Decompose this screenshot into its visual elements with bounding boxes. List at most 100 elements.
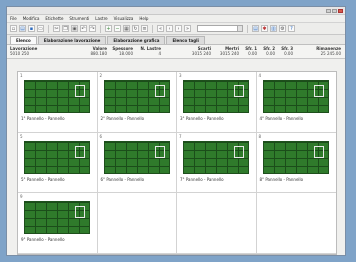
sheet-number: 8 [258,133,262,139]
sheet-icon[interactable]: ▤ [252,25,259,32]
save-icon[interactable]: ▪ [28,25,35,32]
sheet-number: 4 [258,73,262,78]
summary-rimanenze: Rimanenze 25 245.00 [307,46,341,56]
new-icon[interactable]: ▫ [10,25,17,32]
summary-spessore: Spessore 18.000 [111,46,133,56]
toolbar: ▫ ▤ ▪ ▭ ✂ ❐ ▣ ↶ ↷ + − ▦ ↻ ≡ « ‹ › » ▤ ✱ … [7,23,345,35]
sheet-thumbnail[interactable] [24,201,90,235]
sheet-cell[interactable]: 1 1° Pannello - Pannello [18,72,98,133]
sheet-cell[interactable]: 3 3° Pannello - Pannello [177,72,257,133]
menu-help[interactable]: Help [139,16,148,21]
sheet-caption: 6° Pannello - Pannello [100,176,145,182]
sheet-cell[interactable]: 8 8° Pannello - Pannello [256,132,336,194]
empty-sheet-cell [177,193,257,254]
menu-file[interactable]: File [10,16,17,21]
tab-elaborazione-lavorazione[interactable]: Elaborazione lavorazione [37,36,107,44]
undo-icon[interactable]: ↶ [80,25,87,32]
field-value: 4 [158,51,161,56]
sheet-thumbnail[interactable] [183,80,249,113]
copy-icon[interactable]: ❐ [62,25,69,32]
sheet-caption: 9° Pannello - Pannello [21,237,65,243]
sheet-caption: 3° Pannello - Pannello [180,116,224,121]
list-icon[interactable]: ≡ [141,25,148,32]
info-icon[interactable]: ? [288,25,295,32]
sheet-caption: 2° Pannello - Pannello [100,116,145,121]
tab-bar: Elenco Elaborazione lavorazione Elaboraz… [7,35,345,45]
sheet-cell[interactable]: 4 4° Pannello - Pannello [256,72,336,133]
title-bar [7,7,345,15]
sheet-number: 9 [20,194,23,200]
tab-elaborazione-grafica[interactable]: Elaborazione grafica [107,36,166,44]
summary-lavorazione: Lavorazione 5010 250 [10,46,37,56]
open-icon[interactable]: ▤ [19,25,26,32]
sheet-caption: 1° Pannello - Pannello [21,116,65,121]
zoom-in-icon[interactable]: + [105,25,112,32]
sheet-thumbnail[interactable] [103,80,170,113]
summary-valore: Valore 880.180 [85,46,107,56]
refresh-icon[interactable]: ↻ [132,25,139,32]
tools-icon[interactable]: ⚙ [279,25,286,32]
menu-lastre[interactable]: Lastre [95,16,107,21]
sheet-cell[interactable]: 7 7° Pannello - Pannello [177,132,257,194]
menu-etichette[interactable]: Etichette [45,16,63,21]
menu-visualizza[interactable]: Visualizza [114,16,134,21]
paste-icon[interactable]: ▣ [71,25,78,32]
close-icon[interactable] [338,8,343,13]
zoom-out-icon[interactable]: − [114,25,121,32]
sheet-number: 3 [179,73,182,78]
summary-sfr3: Sfr. 3 0.00 [279,46,293,56]
maximize-icon[interactable] [332,8,337,13]
field-value: 25 245.00 [320,51,341,56]
field-value: 5010 250 [10,51,30,56]
sheet-thumbnail[interactable] [103,140,170,174]
sheet-caption: 8° Pannello - Pannello [259,176,304,182]
first-icon[interactable]: « [157,25,164,32]
sheet-selector[interactable] [197,25,243,32]
tab-elenco-tagli[interactable]: Elenco tagli [166,36,205,44]
sheet-number: 5 [20,133,23,139]
sheet-thumbnail[interactable] [262,80,329,113]
print-icon[interactable]: ▭ [37,25,44,32]
sheet-cell[interactable]: 9 9° Pannello - Pannello [18,193,98,254]
sheet-cell[interactable]: 2 2° Pannello - Pannello [97,72,177,133]
sheet-cell[interactable]: 5 5° Pannello - Pannello [18,132,98,194]
sheet-number: 2 [99,73,103,78]
summary-lastre: N. Lastre 4 [139,46,162,56]
field-value: 3015 240 [219,51,239,56]
optimize-icon[interactable]: ✱ [261,25,268,32]
next-icon[interactable]: › [175,25,182,32]
redo-icon[interactable]: ↷ [89,25,96,32]
grid-icon[interactable]: ▦ [123,25,130,32]
toolbar-separator [100,24,101,33]
field-value: 0.00 [248,51,257,56]
minimize-icon[interactable] [326,8,331,13]
sheet-thumbnail-grid: 1 1° Pannello - Pannello 2 2° Pannello -… [17,71,337,255]
summary-sfr1: Sfr. 1 0.00 [243,46,257,56]
sheet-thumbnail[interactable] [24,140,90,174]
menu-strumenti[interactable]: Strumenti [69,16,89,21]
sheet-cell[interactable]: 6 6° Pannello - Pannello [97,132,177,194]
toolbar-separator [48,24,49,33]
empty-sheet-cell [256,193,336,254]
tab-elenco[interactable]: Elenco [10,36,37,44]
prev-icon[interactable]: ‹ [166,25,173,32]
sheet-number: 1 [20,73,23,78]
sheet-number: 7 [179,133,182,139]
window-controls [326,8,343,13]
summary-scarti: Scarti 3015 240 [187,46,211,56]
sheet-thumbnail[interactable] [24,80,90,113]
chevron-down-icon[interactable] [237,26,242,31]
cut-icon[interactable]: ✂ [53,25,60,32]
sheet-caption: 4° Pannello - Pannello [259,116,304,121]
sheet-thumbnail[interactable] [262,140,329,174]
field-value: 0.00 [266,51,275,56]
summary-mertri: Mertri 3015 240 [215,46,239,56]
field-value: 3015 240 [191,51,211,56]
last-icon[interactable]: » [184,25,191,32]
sheet-number: 6 [99,133,103,139]
menu-modifica[interactable]: Modifica [23,16,40,21]
summary-panel: Lavorazione 5010 250 Valore 880.180 Spes… [7,45,345,59]
stats-icon[interactable]: ▥ [270,25,277,32]
sheet-thumbnail[interactable] [183,140,249,174]
sheet-caption: 7° Pannello - Pannello [180,176,224,182]
